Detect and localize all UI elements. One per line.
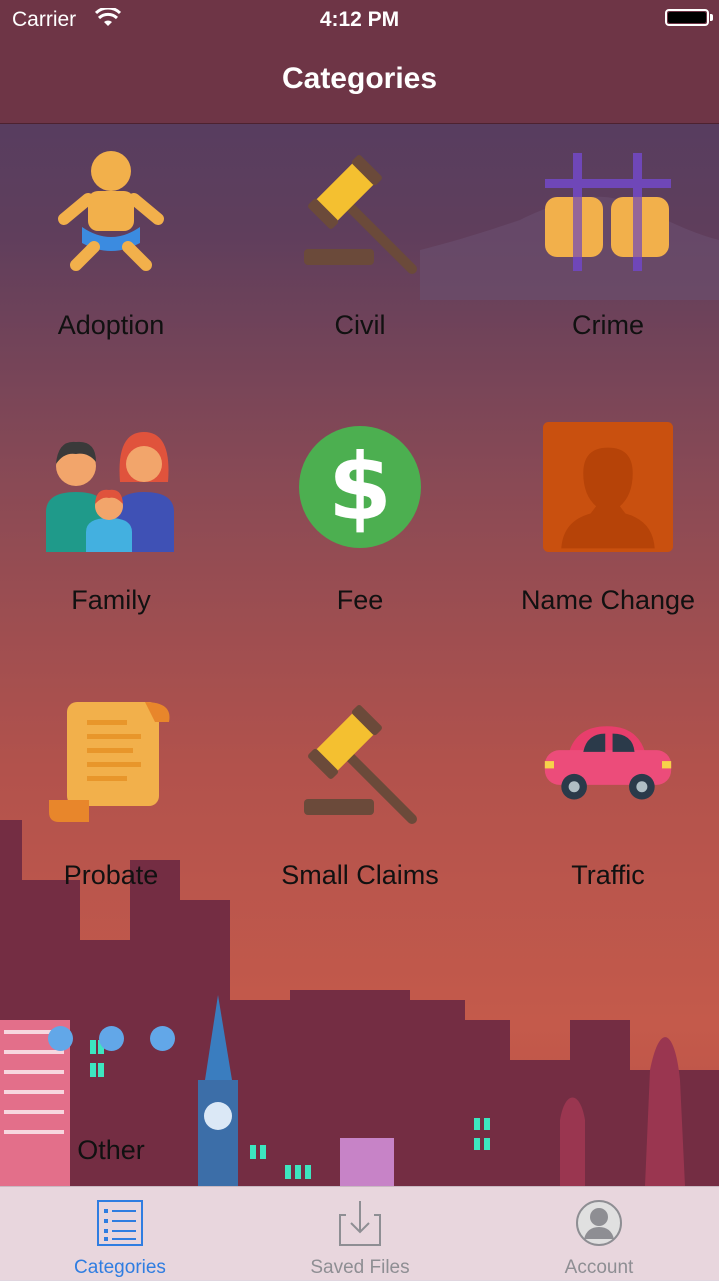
category-label: Name Change <box>520 585 696 615</box>
category-label: Small Claims <box>281 860 439 890</box>
tab-categories[interactable]: Categories <box>0 1187 240 1281</box>
dot <box>150 1026 175 1051</box>
battery-tip <box>710 14 713 21</box>
tab-saved-files[interactable]: Saved Files <box>240 1187 480 1281</box>
status-time: 4:12 PM <box>319 8 400 31</box>
tab-bar: Categories Saved Files Account <box>0 1186 719 1281</box>
person-silhouette-icon <box>543 422 673 552</box>
family-icon <box>46 422 176 552</box>
category-label: Adoption <box>57 310 165 340</box>
download-icon <box>339 1201 381 1246</box>
list-icon <box>97 1200 143 1246</box>
battery-icon <box>665 9 709 26</box>
category-label: Other <box>77 1135 145 1165</box>
category-label: Civil <box>334 310 386 340</box>
gavel-icon <box>295 147 425 277</box>
navigation-bar: Carrier 4:12 PM Categories <box>0 0 719 124</box>
tab-label: Saved Files <box>310 1257 410 1278</box>
gavel-icon <box>295 697 425 827</box>
category-adoption[interactable]: Adoption <box>0 125 226 385</box>
tab-account[interactable]: Account <box>479 1187 719 1281</box>
tab-label: Categories <box>74 1257 166 1278</box>
svg-text:$: $ <box>328 434 392 541</box>
baby-icon <box>46 147 176 277</box>
page-title: Categories <box>281 62 438 95</box>
scroll-icon <box>46 697 176 827</box>
category-traffic[interactable]: Traffic <box>493 675 719 935</box>
category-civil[interactable]: Civil <box>245 125 475 385</box>
category-other[interactable]: Other <box>0 950 226 1210</box>
dot <box>99 1026 124 1051</box>
category-label: Probate <box>63 860 159 890</box>
category-crime[interactable]: Crime <box>493 125 719 385</box>
category-label: Family <box>71 585 151 615</box>
category-label: Traffic <box>571 860 645 890</box>
category-label: Crime <box>572 310 644 340</box>
category-label: Fee <box>336 585 384 615</box>
tab-label: Account <box>564 1257 634 1278</box>
jail-bars-icon <box>543 147 673 277</box>
category-small-claims[interactable]: Small Claims <box>245 675 475 935</box>
car-icon <box>543 697 673 827</box>
category-probate[interactable]: Probate <box>0 675 226 935</box>
category-fee[interactable]: $ Fee <box>245 400 475 660</box>
category-name-change[interactable]: Name Change <box>493 400 719 660</box>
category-family[interactable]: Family <box>0 400 226 660</box>
other-icon-dots <box>48 1026 201 1056</box>
user-icon <box>576 1200 622 1246</box>
status-bar: Carrier 4:12 PM <box>0 0 719 40</box>
dot <box>48 1026 73 1051</box>
dollar-icon: $ <box>295 422 425 552</box>
